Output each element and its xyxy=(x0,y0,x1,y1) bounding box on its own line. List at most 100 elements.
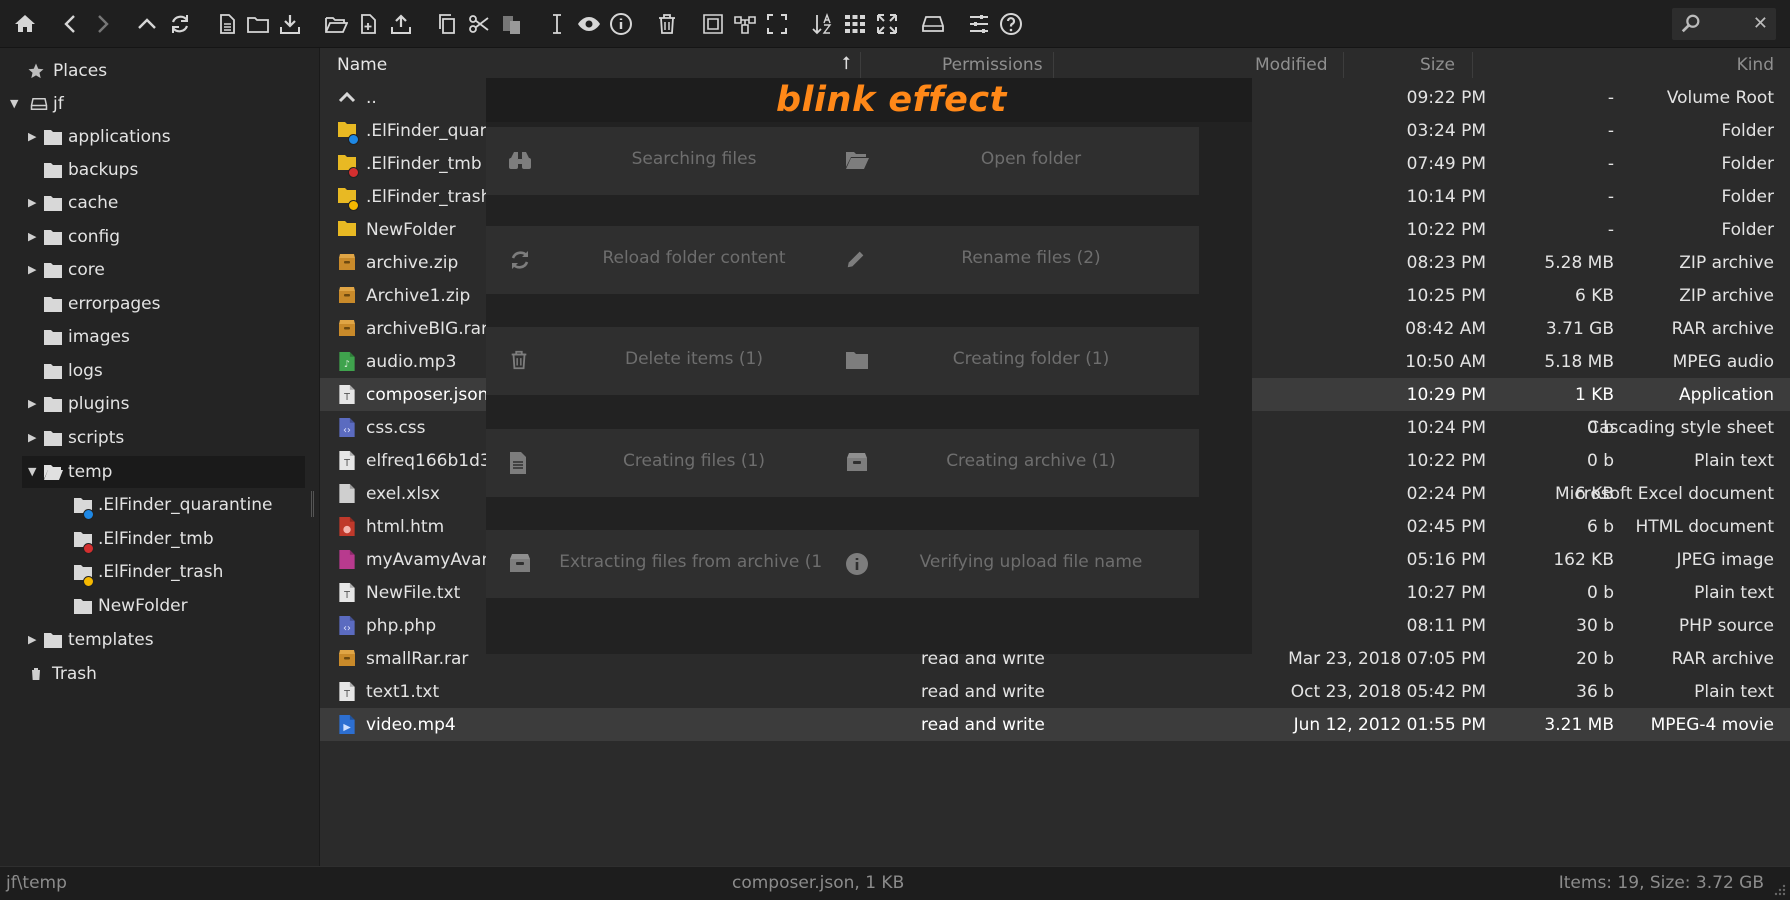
search-input[interactable]: ✕ xyxy=(1672,8,1776,40)
column-permissions[interactable]: Permissions xyxy=(942,55,1043,75)
sidebar-item-label: templates xyxy=(68,630,154,650)
view-icons-icon[interactable] xyxy=(841,10,869,38)
resize-icon[interactable] xyxy=(699,10,727,38)
file-size: 5.18 MB xyxy=(1544,352,1614,372)
sidebar-item-config[interactable]: ▶ config xyxy=(0,221,305,253)
sidebar-item-elfinder-quarantine[interactable]: .ElFinder_quarantine xyxy=(0,489,305,521)
new-file-icon[interactable] xyxy=(213,10,241,38)
column-kind[interactable]: Kind xyxy=(1737,55,1774,75)
sidebar-item-errorpages[interactable]: errorpages xyxy=(0,288,305,320)
search-clear-icon[interactable]: ✕ xyxy=(1753,13,1768,35)
sidebar-item-plugins[interactable]: ▶ plugins xyxy=(0,388,305,420)
status-badge xyxy=(348,200,359,211)
sidebar-item-logs[interactable]: logs xyxy=(0,355,305,387)
svg-text:T: T xyxy=(343,689,350,700)
chevron-right-icon[interactable]: ▶ xyxy=(28,263,40,276)
chevron-right-icon[interactable]: ▶ xyxy=(28,130,40,143)
file-name: audio.mp3 xyxy=(366,352,457,372)
rename-icon[interactable] xyxy=(543,10,571,38)
upload-icon[interactable] xyxy=(387,10,415,38)
drive-icon xyxy=(30,95,50,113)
preferences-icon[interactable] xyxy=(965,10,993,38)
sidebar-item-templates[interactable]: ▶ templates xyxy=(0,624,305,656)
download-icon[interactable] xyxy=(276,10,304,38)
column-divider[interactable] xyxy=(860,52,861,78)
table-row[interactable]: ▶ video.mp4 read and write Jun 12, 2012 01:… xyxy=(320,708,1790,741)
archive-icon xyxy=(337,285,357,306)
file-modified: 03:24 PM xyxy=(1406,121,1486,141)
column-modified[interactable]: Modified xyxy=(1255,55,1328,75)
back-icon[interactable] xyxy=(57,10,85,38)
file-permissions: read and write xyxy=(921,682,1045,702)
sidebar-item-label: Places xyxy=(53,61,108,81)
resize-grip-icon[interactable] xyxy=(1772,882,1786,896)
info-icon[interactable] xyxy=(607,10,635,38)
netmount-icon[interactable] xyxy=(919,10,947,38)
column-name[interactable]: Name xyxy=(337,55,387,75)
new-folder-icon[interactable] xyxy=(244,10,272,38)
sidebar-resize-handle[interactable] xyxy=(311,491,314,517)
sidebar-item-applications[interactable]: ▶ applications xyxy=(0,121,305,153)
file-name: .ElFinder_quara xyxy=(366,121,498,141)
reload-icon[interactable] xyxy=(166,10,194,38)
delete-icon[interactable] xyxy=(653,10,681,38)
file-kind: MPEG audio xyxy=(1672,352,1774,372)
sidebar-item-backups[interactable]: backups xyxy=(0,154,305,186)
status-path[interactable]: jf\temp xyxy=(6,873,67,893)
chevron-down-icon[interactable]: ▼ xyxy=(28,465,40,478)
chevron-right-icon[interactable]: ▶ xyxy=(28,431,40,444)
folder-open-icon xyxy=(43,463,63,481)
sidebar-item-elfinder-tmb[interactable]: .ElFinder_tmb xyxy=(0,523,305,555)
sort-icon[interactable] xyxy=(809,10,837,38)
file-modified: 08:23 PM xyxy=(1406,253,1486,273)
extract-icon[interactable] xyxy=(731,10,759,38)
help-icon[interactable] xyxy=(997,10,1025,38)
column-divider[interactable] xyxy=(1343,52,1344,78)
svg-text:T: T xyxy=(343,392,350,403)
new-file-upload-icon[interactable] xyxy=(354,10,382,38)
chevron-right-icon[interactable]: ▶ xyxy=(28,196,40,209)
sidebar-item-label: temp xyxy=(68,462,113,482)
table-row[interactable]: Ttext1.txt read and write Oct 23, 2018 05:… xyxy=(320,675,1790,708)
chevron-right-icon[interactable]: ▶ xyxy=(28,230,40,243)
sidebar-item-places[interactable]: Places xyxy=(0,55,305,87)
file-modified: 08:11 PM xyxy=(1406,616,1486,636)
notification-card-creating-archive-1: Creating archive (1) xyxy=(823,429,1199,497)
file-icon: ‹› xyxy=(337,615,357,636)
file-size: - xyxy=(1607,220,1614,240)
sidebar-item-trash[interactable]: Trash xyxy=(0,658,305,690)
home-icon[interactable] xyxy=(11,10,39,38)
notification-label: Open folder xyxy=(980,149,1082,169)
forward-icon[interactable] xyxy=(88,10,116,38)
sidebar-item-root[interactable]: ▼ jf xyxy=(0,88,305,120)
sidebar-item-elfinder-trash[interactable]: .ElFinder_trash xyxy=(0,556,305,588)
folder-icon xyxy=(43,228,63,246)
select-all-icon[interactable] xyxy=(763,10,791,38)
fullscreen-icon[interactable] xyxy=(873,10,901,38)
file-icon: ♪ xyxy=(337,351,357,372)
sidebar-item-core[interactable]: ▶ core xyxy=(0,254,305,286)
file-kind: Plain text xyxy=(1694,583,1774,603)
sidebar-item-temp[interactable]: ▼ temp xyxy=(22,456,305,488)
sort-ascending-icon[interactable]: ⭡ xyxy=(842,53,850,74)
open-icon[interactable] xyxy=(322,10,350,38)
column-divider[interactable] xyxy=(1472,52,1473,78)
sidebar-item-cache[interactable]: ▶ cache xyxy=(0,187,305,219)
up-icon[interactable] xyxy=(133,10,161,38)
sidebar-item-label: .ElFinder_trash xyxy=(98,562,224,582)
chevron-down-icon[interactable]: ▼ xyxy=(10,97,22,110)
notification-card-extracting-files-from-archive-1: Extracting files from archive (1) xyxy=(486,530,862,598)
notification-card-verifying-upload-file-name: Verifying upload file name xyxy=(823,530,1199,598)
column-size[interactable]: Size xyxy=(1420,55,1455,75)
column-divider[interactable] xyxy=(1053,52,1054,78)
copy-icon[interactable] xyxy=(433,10,461,38)
chevron-right-icon[interactable]: ▶ xyxy=(28,633,40,646)
sidebar-item-images[interactable]: images xyxy=(0,321,305,353)
sidebar-item-newfolder[interactable]: NewFolder xyxy=(0,590,305,622)
sidebar-item-label: cache xyxy=(68,193,119,213)
cut-icon[interactable] xyxy=(465,10,493,38)
paste-icon[interactable] xyxy=(497,10,525,38)
chevron-right-icon[interactable]: ▶ xyxy=(28,397,40,410)
quick-look-icon[interactable] xyxy=(575,10,603,38)
sidebar-item-scripts[interactable]: ▶ scripts xyxy=(0,422,305,454)
